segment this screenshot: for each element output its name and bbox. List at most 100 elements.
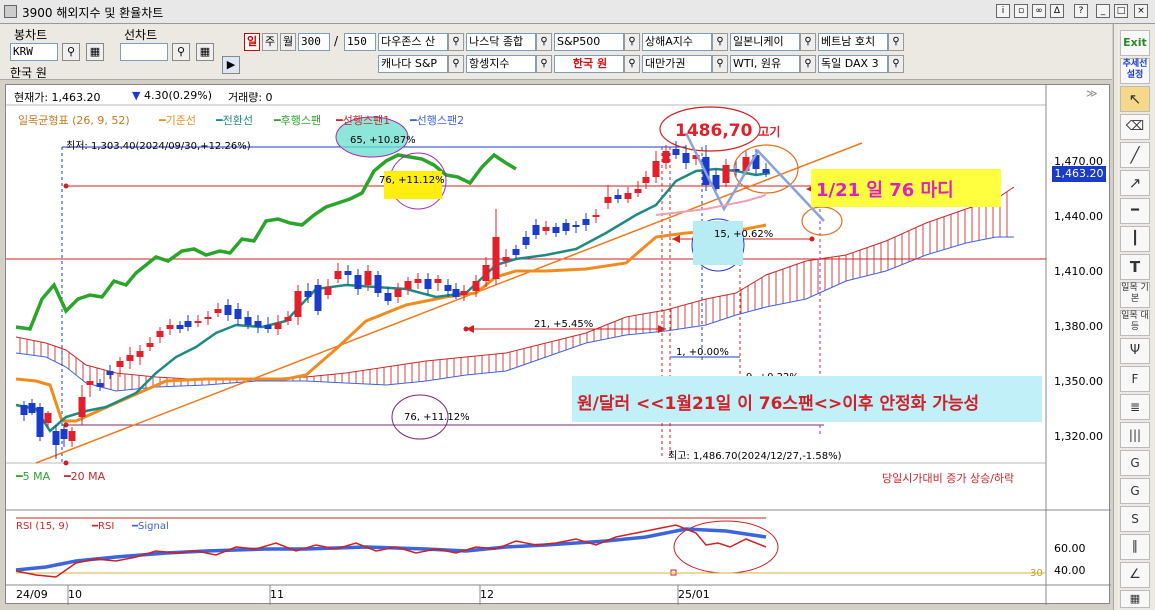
index-selector[interactable]: 캐나다 S&P <box>378 55 448 73</box>
sun-code-input[interactable] <box>120 43 168 61</box>
search-icon[interactable]: ⚲ <box>172 43 190 61</box>
candle-body <box>86 381 94 385</box>
period-month-button[interactable]: 월 <box>280 33 296 51</box>
window-title: 3900 해외지수 및 환율차트 <box>22 6 164 20</box>
index-selector[interactable]: 베트남 호치 <box>818 33 888 51</box>
candle-body <box>96 383 104 387</box>
search-icon[interactable]: ⚲ <box>712 55 728 73</box>
minimize-icon[interactable]: _ <box>1096 4 1110 18</box>
parallel-line-icon[interactable]: ∥ <box>1120 534 1150 560</box>
candle-body <box>28 403 36 413</box>
ma5-legend: ━5 MA <box>16 470 51 483</box>
sun-chart-label: 선차트 <box>124 28 158 42</box>
search-icon[interactable]: ⚲ <box>536 55 552 73</box>
period-day-button[interactable]: 일 <box>244 33 260 51</box>
pin-icon[interactable]: ᐃ <box>1050 4 1064 18</box>
save-icon[interactable]: ▦ <box>196 43 214 61</box>
candle-body <box>116 361 124 367</box>
vertical-line-icon[interactable]: ┃ <box>1120 226 1150 252</box>
candle-body <box>78 397 86 417</box>
index-selector[interactable]: S&P500 <box>554 33 624 51</box>
index-selector[interactable]: 한국 원 <box>554 55 624 73</box>
trendline-settings-button[interactable]: 추세선 설정 <box>1120 58 1150 84</box>
candle-body <box>502 257 510 261</box>
ichimoku-basic-button[interactable]: 일목 기본 <box>1120 282 1150 308</box>
gann-fan-icon[interactable]: G <box>1120 450 1150 476</box>
speed-line-icon[interactable]: S <box>1120 506 1150 532</box>
period-count-input[interactable]: 300 <box>298 33 330 51</box>
close-icon[interactable]: × <box>1134 4 1148 18</box>
candle-body <box>582 219 590 225</box>
y-tick: 1,320.00 <box>1054 430 1103 443</box>
index-selector[interactable]: 다우존스 산 <box>378 33 448 51</box>
candle-body <box>552 227 560 233</box>
link-icon[interactable]: ∞ <box>1032 4 1046 18</box>
candle-body <box>68 431 76 441</box>
eraser-icon[interactable]: ⌫ <box>1120 114 1150 140</box>
search-icon[interactable]: ⚲ <box>888 55 904 73</box>
count-76b: 76, +11.12% <box>404 412 470 423</box>
pattern-icon[interactable]: ▦ <box>1120 590 1150 608</box>
bong-code-input[interactable]: KRW <box>10 43 58 61</box>
fan-icon[interactable]: Ψ <box>1120 338 1150 364</box>
search-icon[interactable]: ⚲ <box>62 43 80 61</box>
candle-body <box>60 429 68 439</box>
arrow-line-icon[interactable]: ↗ <box>1120 170 1150 196</box>
chart-svg[interactable] <box>6 85 1111 605</box>
title-bar: 3900 해외지수 및 환율차트 i ▫ ∞ ᐃ ? _ □ × <box>0 0 1155 24</box>
collapse-icon[interactable]: ≫ <box>1086 87 1098 100</box>
bong-name: 한국 원 <box>10 66 47 80</box>
candle-body <box>284 317 292 321</box>
index-selector[interactable]: 대만가권 <box>642 55 712 73</box>
fibo-time-icon[interactable]: ||| <box>1120 422 1150 448</box>
current-price-label: 현재가: 1,463.20 <box>14 91 101 104</box>
candle-body <box>244 317 252 325</box>
index-selector[interactable]: 독일 DAX 3 <box>818 55 888 73</box>
rsi-series-legend: ━RSI <box>92 521 115 532</box>
text-tool-icon[interactable]: T <box>1120 254 1150 280</box>
search-icon[interactable]: ⚲ <box>448 33 464 51</box>
horizontal-line-icon[interactable]: ━ <box>1120 198 1150 224</box>
info-icon[interactable]: i <box>996 4 1010 18</box>
fibo-retracement-icon[interactable]: ≣ <box>1120 394 1150 420</box>
search-icon[interactable]: ⚲ <box>800 33 816 51</box>
candle-body <box>394 289 402 297</box>
search-icon[interactable]: ⚲ <box>536 33 552 51</box>
help-icon[interactable]: ? <box>1074 4 1088 18</box>
index-selector[interactable]: 항셍지수 <box>466 55 536 73</box>
count-1: 1, +0.00% <box>676 347 729 358</box>
ichimoku-equal-button[interactable]: 일목 대등 <box>1120 310 1150 336</box>
maximize-icon[interactable]: □ <box>1114 4 1128 18</box>
rsi-y-tick: 40.00 <box>1054 564 1086 577</box>
candle-body <box>304 291 312 297</box>
search-icon[interactable]: ⚲ <box>624 33 640 51</box>
search-icon[interactable]: ⚲ <box>448 55 464 73</box>
gann-grid-icon[interactable]: G <box>1120 478 1150 504</box>
rsi-y-tick: 60.00 <box>1054 542 1086 555</box>
cursor-icon[interactable]: ↖ <box>1120 86 1150 112</box>
restore-small-icon[interactable]: ▫ <box>1014 4 1028 18</box>
angle-icon[interactable]: ∠ <box>1120 562 1150 588</box>
period-max-input[interactable]: 150 <box>344 33 376 51</box>
candle-body <box>642 177 650 183</box>
candle-body <box>334 271 342 279</box>
search-icon[interactable]: ⚲ <box>888 33 904 51</box>
legend-conv: ━전환선 <box>216 114 253 127</box>
play-icon[interactable]: ▶ <box>222 56 240 74</box>
index-selector[interactable]: 나스닥 종합 <box>466 33 536 51</box>
index-selector[interactable]: 상해A지수 <box>642 33 712 51</box>
period-week-button[interactable]: 주 <box>262 33 278 51</box>
index-selector[interactable]: 일본니케이 <box>730 33 800 51</box>
exit-button[interactable]: Exit <box>1120 30 1150 56</box>
save-icon[interactable]: ▦ <box>86 43 104 61</box>
candle-body <box>682 153 690 163</box>
fibo-fan-icon[interactable]: F <box>1120 366 1150 392</box>
candle-body <box>424 279 432 289</box>
search-icon[interactable]: ⚲ <box>800 55 816 73</box>
chart-area[interactable]: 현재가: 1,463.20 ▼ 4.30(0.29%) 거래량: 0 ≫ 일목균… <box>5 84 1111 605</box>
search-icon[interactable]: ⚲ <box>624 55 640 73</box>
index-selector[interactable]: WTI, 원유 <box>730 55 800 73</box>
line-tool-icon[interactable]: ╱ <box>1120 142 1150 168</box>
candle-body <box>36 407 44 437</box>
search-icon[interactable]: ⚲ <box>712 33 728 51</box>
